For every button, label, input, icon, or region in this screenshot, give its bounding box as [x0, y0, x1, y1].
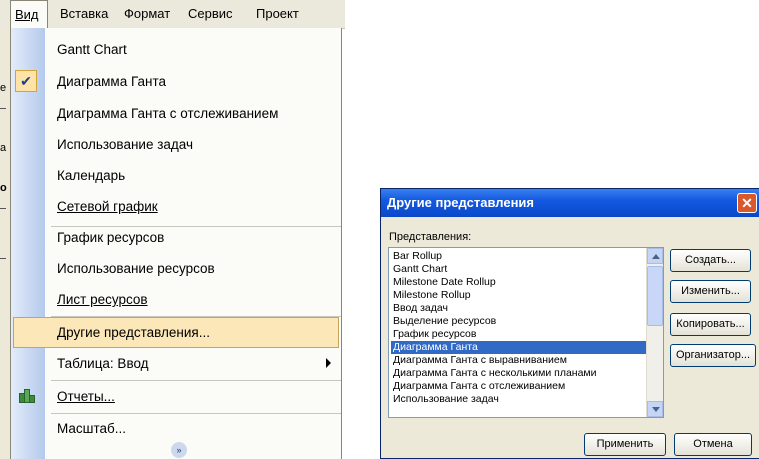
list-item-selected[interactable]: Диаграмма Ганта — [391, 341, 646, 354]
background-text-fragment: е — [0, 82, 7, 94]
views-listbox[interactable]: Bar Rollup Gantt Chart Milestone Date Ro… — [388, 247, 664, 418]
menu-item-label: Диаграмма Ганта с отслеживанием — [57, 106, 279, 121]
more-views-dialog: Другие представления ✕ Представления: Ba… — [380, 188, 759, 459]
menubar-view[interactable]: Вид — [10, 0, 48, 29]
menu-item-table-entry[interactable]: Таблица: Ввод — [11, 348, 341, 379]
cancel-button[interactable]: Отмена — [674, 433, 752, 456]
view-dropdown-menu: Gantt Chart ✔ Диаграмма Ганта Диаграмма … — [10, 28, 342, 459]
list-item[interactable]: Использование задач — [391, 393, 646, 406]
list-item[interactable]: Диаграмма Ганта с отслеживанием — [391, 380, 646, 393]
background-divider — [0, 108, 6, 109]
menu-item-task-usage[interactable]: Использование задач — [11, 129, 341, 160]
menu-item-label: Масштаб... — [57, 421, 127, 436]
view-menu-area: Вид Вставка Формат Сервис Проект е а о G… — [0, 0, 345, 459]
scrollbar-thumb[interactable] — [647, 266, 663, 326]
views-list-label: Представления: — [389, 231, 472, 243]
menu-item-label: Отчеты... — [57, 389, 115, 404]
menu-item-network-diagram[interactable]: Сетевой график — [11, 191, 341, 222]
create-button[interactable]: Создать... — [670, 249, 751, 272]
menu-item-label: Таблица: Ввод — [57, 356, 149, 371]
arrow-down-icon — [652, 407, 660, 412]
menu-item-more-views[interactable]: Другие представления... — [13, 317, 339, 348]
arrow-up-icon — [652, 254, 660, 259]
dialog-title: Другие представления — [387, 195, 535, 210]
list-item[interactable]: Ввод задач — [391, 302, 646, 315]
background-text-fragment: а — [0, 142, 7, 154]
menu-item-label: Сетевой график — [57, 199, 158, 214]
menu-item-resource-usage[interactable]: Использование ресурсов — [11, 253, 341, 284]
list-item[interactable]: Диаграмма Ганта с несколькими планами — [391, 367, 646, 380]
menubar-insert[interactable]: Вставка — [56, 0, 112, 28]
menu-item-label: Диаграмма Ганта — [57, 74, 167, 89]
background-text-fragment: о — [0, 182, 7, 194]
menu-item-label: Календарь — [57, 168, 126, 183]
list-item[interactable]: Диаграмма Ганта с выравниванием — [391, 354, 646, 367]
menu-item-reports[interactable]: Отчеты... — [11, 381, 341, 412]
background-window-edge: е а о — [0, 28, 10, 459]
dialog-title-bar: Другие представления ✕ — [381, 189, 759, 217]
menubar-format[interactable]: Формат — [120, 0, 174, 28]
menu-item-label: График ресурсов — [57, 230, 165, 245]
listbox-scrollbar[interactable] — [646, 248, 663, 417]
copy-button[interactable]: Копировать... — [670, 313, 751, 336]
menu-item-label: Другие представления... — [57, 325, 210, 340]
scroll-up-button[interactable] — [647, 248, 663, 264]
submenu-arrow-icon — [326, 358, 331, 368]
chevron-double-down-icon[interactable]: » — [171, 442, 187, 458]
list-item[interactable]: Gantt Chart — [391, 263, 646, 276]
background-divider — [0, 208, 6, 209]
menu-bar: Вид Вставка Формат Сервис Проект — [0, 0, 345, 29]
list-item[interactable]: Milestone Date Rollup — [391, 276, 646, 289]
close-icon[interactable]: ✕ — [737, 193, 757, 213]
list-item[interactable]: Milestone Rollup — [391, 289, 646, 302]
menu-item-resource-graph[interactable]: График ресурсов — [11, 222, 341, 253]
background-divider — [0, 258, 6, 259]
list-item[interactable]: График ресурсов — [391, 328, 646, 341]
apply-button[interactable]: Применить — [584, 433, 666, 456]
list-item[interactable]: Bar Rollup — [391, 250, 646, 263]
list-item[interactable]: Выделение ресурсов — [391, 315, 646, 328]
menubar-project[interactable]: Проект — [252, 0, 303, 28]
menu-item-calendar[interactable]: Календарь — [11, 160, 341, 191]
checkmark-icon: ✔ — [15, 70, 37, 92]
menu-item-label: Gantt Chart — [57, 42, 127, 57]
menubar-tools[interactable]: Сервис — [184, 0, 237, 28]
menu-item-tracking-gantt[interactable]: Диаграмма Ганта с отслеживанием — [11, 98, 341, 129]
menu-item-resource-sheet[interactable]: Лист ресурсов — [11, 284, 341, 315]
menu-item-zoom[interactable]: Масштаб... — [11, 413, 341, 444]
report-icon — [19, 389, 35, 403]
menu-item-label: Использование ресурсов — [57, 261, 215, 276]
edit-button[interactable]: Изменить... — [670, 280, 751, 303]
menu-item-gantt-chart[interactable]: ✔ Диаграмма Ганта — [11, 66, 341, 97]
menu-item-label: Лист ресурсов — [57, 292, 148, 307]
organizer-button[interactable]: Организатор... — [670, 344, 756, 367]
scroll-down-button[interactable] — [647, 401, 663, 417]
menu-item-gantt-chart-en[interactable]: Gantt Chart — [11, 34, 341, 65]
menu-item-label: Использование задач — [57, 137, 194, 152]
